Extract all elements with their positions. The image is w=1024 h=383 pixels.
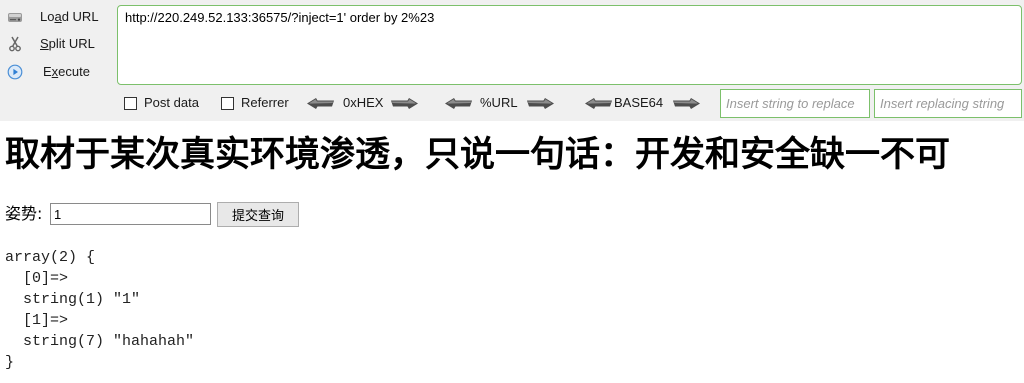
hex-right-arrow-button[interactable] xyxy=(391,98,418,109)
output-line: string(7) "hahahah" xyxy=(5,333,195,350)
post-data-checkbox[interactable] xyxy=(124,97,137,110)
split-url-label: Split URL xyxy=(40,36,95,52)
find-string-input[interactable] xyxy=(720,89,870,118)
load-url-button[interactable]: Load URL xyxy=(4,6,108,28)
left-arrow-icon xyxy=(445,98,472,109)
access-key: a xyxy=(54,9,62,24)
access-key: S xyxy=(40,36,49,51)
output-line: [1]=> xyxy=(5,312,69,329)
posture-label: 姿势: xyxy=(5,204,43,223)
label-text: plit URL xyxy=(48,36,95,51)
right-arrow-icon xyxy=(673,98,700,109)
post-data-label[interactable]: Post data xyxy=(144,95,199,111)
referrer-checkbox[interactable] xyxy=(221,97,234,110)
output-line: [0]=> xyxy=(5,270,69,287)
label-text: ecute xyxy=(58,64,90,79)
url-left-arrow-button[interactable] xyxy=(445,98,472,109)
hex-left-arrow-button[interactable] xyxy=(307,98,334,109)
url-right-arrow-button[interactable] xyxy=(527,98,554,109)
left-arrow-icon xyxy=(307,98,334,109)
url-field[interactable]: http://220.249.52.133:36575/?inject=1' o… xyxy=(117,5,1022,85)
drive-icon xyxy=(7,9,23,25)
hex-encoder-label[interactable]: 0xHEX xyxy=(343,95,383,111)
base64-right-arrow-button[interactable] xyxy=(673,98,700,109)
label-text: E xyxy=(43,64,52,79)
output-line: array(2) { xyxy=(5,249,96,266)
hackbar-toolbar: Load URL Split URL Execute http://220.24… xyxy=(0,0,1024,121)
execute-label: Execute xyxy=(43,64,90,80)
load-url-label: Load URL xyxy=(40,9,99,25)
left-arrow-icon xyxy=(585,98,612,109)
url-encoder-label[interactable]: %URL xyxy=(480,95,518,111)
split-url-button[interactable]: Split URL xyxy=(4,33,108,55)
scissors-icon xyxy=(7,36,23,52)
replace-string-input[interactable] xyxy=(874,89,1022,118)
query-output: array(2) { [0]=> string(1) "1" [1]=> str… xyxy=(5,247,194,373)
base64-left-arrow-button[interactable] xyxy=(585,98,612,109)
submit-query-button[interactable]: 提交查询 xyxy=(217,202,299,227)
posture-input[interactable] xyxy=(50,203,211,225)
play-circle-icon xyxy=(7,64,23,80)
page-heading: 取材于某次真实环境渗透，只说一句话：开发和安全缺一不可 xyxy=(5,135,951,175)
right-arrow-icon xyxy=(527,98,554,109)
referrer-label[interactable]: Referrer xyxy=(241,95,289,111)
output-line: string(1) "1" xyxy=(5,291,141,308)
output-line: } xyxy=(5,354,15,371)
label-text: d URL xyxy=(61,9,99,24)
execute-button[interactable]: Execute xyxy=(4,61,108,83)
right-arrow-icon xyxy=(391,98,418,109)
base64-encoder-label[interactable]: BASE64 xyxy=(614,95,663,111)
label-text: Lo xyxy=(40,9,55,24)
